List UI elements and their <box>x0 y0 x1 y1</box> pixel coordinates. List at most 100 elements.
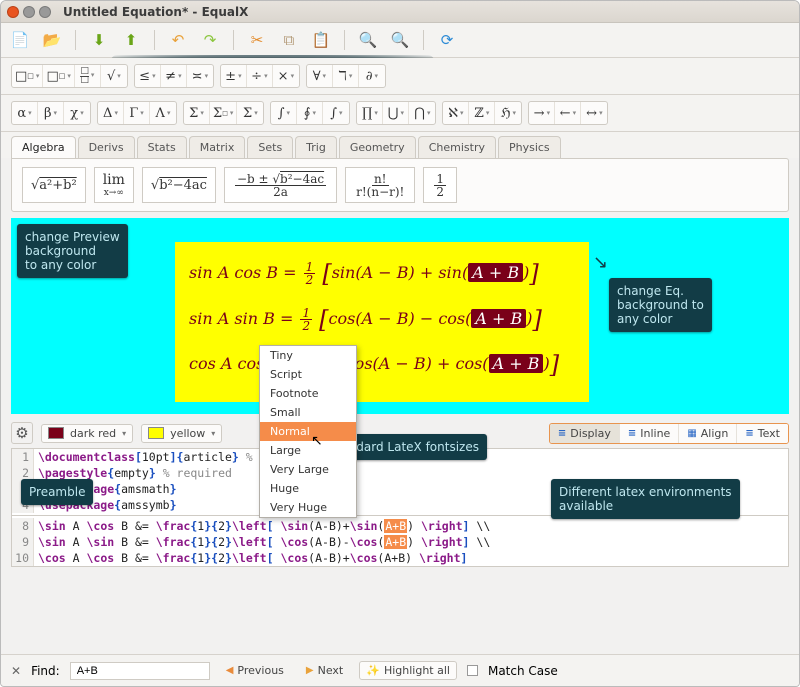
cursor-icon: ↖ <box>311 433 323 449</box>
symbol-strip-1: □□ □□ □□ √ ≤ ≠ ≍ ± ÷ × ∀ ℸ ∂ <box>1 58 799 95</box>
tab-algebra[interactable]: Algebra <box>11 136 76 158</box>
sym-Gamma-big[interactable]: Γ <box>124 102 150 124</box>
env-text[interactable]: ≡Text <box>737 424 788 443</box>
sym-Sigma-sub[interactable]: Σ□ <box>210 102 237 124</box>
sym-frac[interactable]: □□ <box>75 65 101 87</box>
sym-larr[interactable]: ← <box>555 102 581 124</box>
tab-matrix[interactable]: Matrix <box>189 136 246 158</box>
sym-int-limits[interactable]: ∫ <box>323 102 349 124</box>
cut-icon[interactable]: ✂ <box>246 29 268 51</box>
sym-Lambda-big[interactable]: Λ <box>150 102 176 124</box>
tmpl-limit[interactable]: limx→∞ <box>94 167 134 203</box>
redo-icon[interactable]: ↷ <box>199 29 221 51</box>
sym-pm[interactable]: ± <box>221 65 247 87</box>
template-tabs: Algebra Derivs Stats Matrix Sets Trig Ge… <box>1 132 799 158</box>
find-input[interactable] <box>70 662 210 680</box>
open-icon[interactable]: 📂 <box>41 29 63 51</box>
sym-Sigma[interactable]: Σ <box>184 102 210 124</box>
annot-preview-bg: change Preview background to any color <box>17 224 128 278</box>
sym-sim[interactable]: ≍ <box>187 65 213 87</box>
fontsize-large[interactable]: Large <box>260 441 356 460</box>
copy-icon[interactable]: ⧉ <box>278 29 300 51</box>
main-toolbar: 📄 📂 ⬇ ⬆ ↶ ↷ ✂ ⧉ 📋 🔍 🔍 ⟳ EqualX icons try… <box>1 23 799 58</box>
sym-superscript[interactable]: □□ <box>12 65 43 87</box>
match-case-checkbox[interactable] <box>467 665 478 676</box>
tab-derivs[interactable]: Derivs <box>78 136 135 158</box>
window-minimize-button[interactable] <box>23 6 35 18</box>
tmpl-binom[interactable]: n!r!(n−r)! <box>345 167 415 203</box>
close-find-icon[interactable]: ✕ <box>11 664 21 678</box>
sym-cup[interactable]: ⋃ <box>383 102 409 124</box>
env-group: ≡Display ≡Inline ▦Align ≡Text <box>549 423 789 444</box>
sym-gothH[interactable]: ℌ <box>495 102 521 124</box>
tmpl-half[interactable]: 12 <box>423 167 457 203</box>
window-close-button[interactable] <box>7 6 19 18</box>
refresh-icon[interactable]: ⟳ <box>436 29 458 51</box>
find-prev-button[interactable]: Previous <box>220 662 290 679</box>
sym-neq[interactable]: ≠ <box>161 65 187 87</box>
sym-Pi[interactable]: ∏ <box>357 102 383 124</box>
zoom-in-icon[interactable]: 🔍 <box>357 29 379 51</box>
sym-beta[interactable]: β <box>38 102 64 124</box>
fontsize-normal[interactable]: Normal <box>260 422 356 441</box>
sym-Sigma-limits[interactable]: Σ <box>237 102 263 124</box>
sym-cap[interactable]: ⋂ <box>409 102 435 124</box>
sym-int[interactable]: ∫ <box>271 102 297 124</box>
env-inline[interactable]: ≡Inline <box>620 424 679 443</box>
fontsize-veryhuge[interactable]: Very Huge <box>260 498 356 517</box>
latex-editor[interactable]: 1\documentclass[10pt]{article} % 2\pages… <box>11 448 789 567</box>
preamble-button[interactable]: ⚙ <box>11 422 33 444</box>
fontsize-tiny[interactable]: Tiny <box>260 346 356 365</box>
sym-alpha[interactable]: α <box>12 102 38 124</box>
paste-icon[interactable]: 📋 <box>310 29 332 51</box>
preview-pane: change Preview background to any color ↘… <box>11 218 789 414</box>
sym-div[interactable]: ÷ <box>247 65 273 87</box>
sym-oint[interactable]: ∮ <box>297 102 323 124</box>
sym-lrarr[interactable]: ↔ <box>581 102 607 124</box>
save-icon[interactable]: ⬇ <box>88 29 110 51</box>
env-display[interactable]: ≡Display <box>550 424 620 443</box>
fontsize-script[interactable]: Script <box>260 365 356 384</box>
fontsize-footnote[interactable]: Footnote <box>260 384 356 403</box>
sym-forall[interactable]: ∀ <box>307 65 333 87</box>
sym-rarr[interactable]: → <box>529 102 555 124</box>
fontsize-verylarge[interactable]: Very Large <box>260 460 356 479</box>
undo-icon[interactable]: ↶ <box>167 29 189 51</box>
fontsize-small[interactable]: Small <box>260 403 356 422</box>
find-next-button[interactable]: Next <box>300 662 349 679</box>
tab-stats[interactable]: Stats <box>137 136 187 158</box>
tab-physics[interactable]: Physics <box>498 136 561 158</box>
sym-chi[interactable]: χ <box>64 102 90 124</box>
export-icon[interactable]: ⬆ <box>120 29 142 51</box>
equation-output: sin A cos B = 12 [sin(A − B) + sin(A + B… <box>175 242 589 402</box>
tab-geometry[interactable]: Geometry <box>339 136 416 158</box>
fontsize-huge[interactable]: Huge <box>260 479 356 498</box>
sym-subscript[interactable]: □□ <box>43 65 74 87</box>
bg-color-dropdown[interactable]: yellow ▾ <box>141 424 222 443</box>
template-row: √a²+b² limx→∞ √b²−4ac −b ± √b²−4ac2a n!r… <box>11 158 789 212</box>
tab-chemistry[interactable]: Chemistry <box>418 136 496 158</box>
tab-sets[interactable]: Sets <box>247 136 293 158</box>
sym-blackZ[interactable]: ℤ <box>469 102 495 124</box>
sym-partial[interactable]: ∂ <box>359 65 385 87</box>
find-label: Find: <box>31 664 60 678</box>
sym-times[interactable]: × <box>273 65 299 87</box>
tab-trig[interactable]: Trig <box>295 136 337 158</box>
tmpl-pythag[interactable]: √a²+b² <box>22 167 86 203</box>
fg-color-dropdown[interactable]: dark red ▾ <box>41 424 133 443</box>
bg-swatch <box>148 427 164 439</box>
sym-leq[interactable]: ≤ <box>135 65 161 87</box>
sym-sqrt[interactable]: √ <box>101 65 127 87</box>
sym-daleth[interactable]: ℸ <box>333 65 359 87</box>
highlight-all-button[interactable]: ✨ Highlight all <box>359 661 457 680</box>
find-bar: ✕ Find: Previous Next ✨ Highlight all Ma… <box>1 654 799 686</box>
tmpl-discrim[interactable]: √b²−4ac <box>142 167 216 203</box>
app-window: Untitled Equation* - EqualX 📄 📂 ⬇ ⬆ ↶ ↷ … <box>0 0 800 687</box>
sym-aleph[interactable]: ℵ <box>443 102 469 124</box>
env-align[interactable]: ▦Align <box>679 424 737 443</box>
new-icon[interactable]: 📄 <box>9 29 31 51</box>
zoom-out-icon[interactable]: 🔍 <box>389 29 411 51</box>
tmpl-quadratic[interactable]: −b ± √b²−4ac2a <box>224 167 337 203</box>
window-maximize-button[interactable] <box>39 6 51 18</box>
sym-Delta-big[interactable]: Δ <box>98 102 124 124</box>
